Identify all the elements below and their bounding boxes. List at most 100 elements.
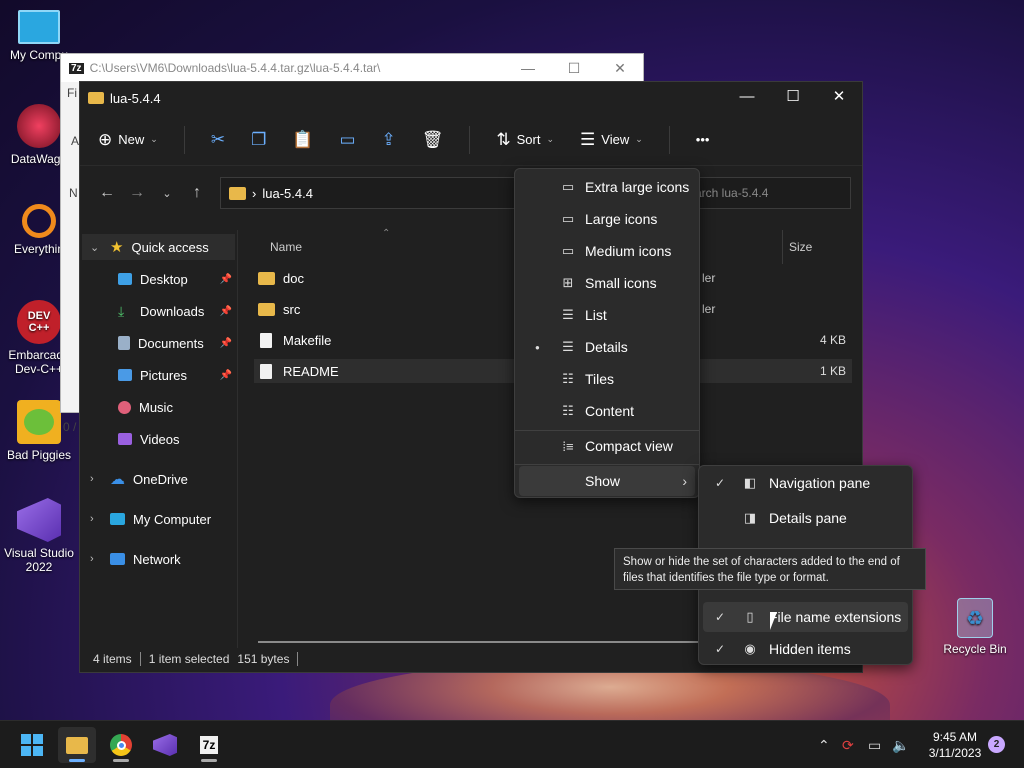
share-button[interactable]: ⇪: [382, 130, 396, 150]
column-header-size[interactable]: Size: [782, 230, 812, 264]
volume-icon[interactable]: 🔈: [892, 721, 909, 768]
close-button[interactable]: ✕: [816, 82, 862, 112]
close-button[interactable]: ✕: [597, 54, 643, 82]
rename-button[interactable]: ▭: [339, 130, 355, 150]
devcpp-icon: DEV C++: [17, 300, 61, 344]
maximize-button[interactable]: ☐: [551, 54, 597, 82]
menu-item-tiles[interactable]: ☷ Tiles: [519, 364, 695, 394]
menu-item-details[interactable]: ● ☰ Details: [519, 332, 695, 362]
taskbar-chrome[interactable]: [102, 727, 140, 763]
new-button[interactable]: ⊕ New ⌄: [98, 130, 158, 150]
horizontal-scrollbar[interactable]: [258, 641, 698, 643]
column-header-name[interactable]: Name: [270, 230, 302, 264]
minimize-button[interactable]: —: [724, 82, 770, 112]
maximize-button[interactable]: ☐: [770, 82, 816, 112]
sidebar-item-pictures[interactable]: Pictures 📌: [118, 362, 236, 388]
sidebar-item-music[interactable]: Music: [118, 394, 236, 420]
sort-icon: ⇅: [496, 129, 511, 149]
video-icon: [118, 433, 132, 445]
menu-item-extra-large-icons[interactable]: ▭ Extra large icons: [519, 172, 695, 202]
menu-item-label: Medium icons: [585, 243, 672, 259]
explorer-titlebar: lua-5.4.4 — ☐ ✕: [80, 82, 862, 114]
sidebar-item-label: Documents: [138, 335, 204, 351]
check-icon: ✓: [715, 642, 726, 656]
medium-icons-icon: ▭: [561, 243, 575, 258]
update-icon[interactable]: ⟳: [842, 721, 854, 768]
rename-icon: ▭: [339, 129, 356, 149]
compact-view-icon: ⁞≡: [562, 438, 574, 454]
back-arrow-icon[interactable]: ←: [92, 184, 122, 202]
file-size: 4 KB: [819, 333, 846, 347]
sidebar-item-onedrive[interactable]: › ☁ OneDrive: [90, 466, 236, 492]
sidebar-item-desktop[interactable]: Desktop 📌: [118, 266, 236, 292]
star-icon: ★: [110, 239, 124, 256]
menu-item-details-pane[interactable]: ◨ Details pane: [703, 503, 908, 533]
copy-icon: ❐: [251, 129, 267, 149]
sort-button[interactable]: ⇅ Sort ⌄: [496, 130, 554, 150]
file-name: doc: [283, 270, 304, 286]
divider: [668, 125, 670, 154]
menu-item-large-icons[interactable]: ▭ Large icons: [519, 204, 695, 234]
menu-item-navigation-pane[interactable]: ✓ ◧ Navigation pane: [703, 468, 908, 498]
menu-item-medium-icons[interactable]: ▭ Medium icons: [519, 236, 695, 266]
more-options-button[interactable]: •••: [696, 132, 710, 147]
running-indicator: [113, 759, 129, 762]
clock[interactable]: 9:45 AM 3/11/2023: [920, 729, 990, 761]
menu-item-label: Large icons: [585, 211, 658, 227]
show-hidden-icons-button[interactable]: ⌃: [818, 721, 830, 768]
delete-button[interactable]: 🗑: [422, 130, 444, 150]
address-bar[interactable]: › lua-5.4.4: [220, 177, 516, 209]
explorer-title: lua-5.4.4: [110, 90, 161, 106]
pig-icon: [17, 400, 61, 444]
network-status-icon[interactable]: ▭: [868, 721, 881, 768]
menu-item-list[interactable]: ☰ List: [519, 300, 695, 330]
sidebar-item-documents[interactable]: Documents 📌: [118, 330, 236, 356]
menu-item-file-name-extensions[interactable]: ✓ ▯ File name extensions: [703, 602, 908, 632]
up-arrow-icon[interactable]: ↑: [182, 184, 212, 202]
taskbar-visual-studio[interactable]: [146, 727, 184, 763]
chevron-right-icon: ›: [90, 513, 94, 525]
desktop-icon-recycle-bin[interactable]: ♻ Recycle Bin: [936, 598, 1014, 656]
sevenzip-fragment: N: [69, 186, 78, 200]
sidebar-item-label: Videos: [140, 431, 180, 447]
command-bar: ⊕ New ⌄ ✂ ❐ 📋 ▭ ⇪ 🗑 ⇅ Sort ⌄ ☰ View ⌄ ••…: [80, 114, 862, 166]
recent-chevron-icon[interactable]: ⌄: [152, 187, 182, 200]
search-input[interactable]: arch lua-5.4.4: [692, 177, 851, 209]
taskbar-7zip[interactable]: 7z: [190, 727, 228, 763]
view-menu: ▭ Extra large icons ▭ Large icons ▭ Medi…: [514, 168, 700, 498]
pin-icon: 📌: [219, 273, 232, 285]
chevron-up-icon: ⌃: [818, 736, 830, 753]
folder-icon: [229, 186, 246, 200]
plus-circle-icon: ⊕: [98, 129, 113, 149]
desktop-icon-visual-studio[interactable]: Visual Studio 2022: [0, 498, 78, 574]
sidebar-item-quick-access[interactable]: ⌄ ★ Quick access: [82, 234, 235, 260]
forward-arrow-icon[interactable]: →: [122, 184, 152, 202]
folder-icon: [258, 302, 275, 316]
sidebar-item-downloads[interactable]: ⤓ Downloads 📌: [118, 298, 236, 324]
check-icon: ✓: [715, 610, 726, 624]
menu-item-hidden-items[interactable]: ✓ ◉ Hidden items: [703, 634, 908, 664]
cut-button[interactable]: ✂: [211, 130, 225, 150]
sidebar-item-network[interactable]: › Network: [90, 546, 236, 572]
menu-item-show[interactable]: Show ›: [519, 466, 695, 496]
notification-badge[interactable]: 2: [988, 736, 1005, 753]
menu-item-compact-view[interactable]: ⁞≡ Compact view: [519, 431, 695, 461]
view-button[interactable]: ☰ View ⌄: [580, 130, 643, 150]
menu-item-label: File name extensions: [769, 609, 902, 625]
sidebar-item-my-computer[interactable]: › My Computer: [90, 506, 236, 532]
menu-item-content[interactable]: ☷ Content: [519, 396, 695, 426]
taskbar-file-explorer[interactable]: [58, 727, 96, 763]
chrome-icon: [110, 734, 132, 756]
sidebar-item-videos[interactable]: Videos: [118, 426, 236, 452]
pin-icon: 📌: [219, 305, 232, 317]
chevron-down-icon: ⌄: [546, 134, 555, 144]
selected-bullet-icon: ●: [535, 342, 540, 352]
sort-up-icon: ⌃: [382, 228, 391, 239]
navigation-pane-icon: ◧: [743, 475, 757, 490]
paste-button[interactable]: 📋: [292, 130, 313, 150]
start-button[interactable]: [13, 727, 51, 763]
minimize-button[interactable]: —: [505, 54, 551, 82]
copy-button[interactable]: ❐: [251, 130, 266, 150]
menu-item-small-icons[interactable]: ⊞ Small icons: [519, 268, 695, 298]
computer-icon: [110, 513, 125, 525]
